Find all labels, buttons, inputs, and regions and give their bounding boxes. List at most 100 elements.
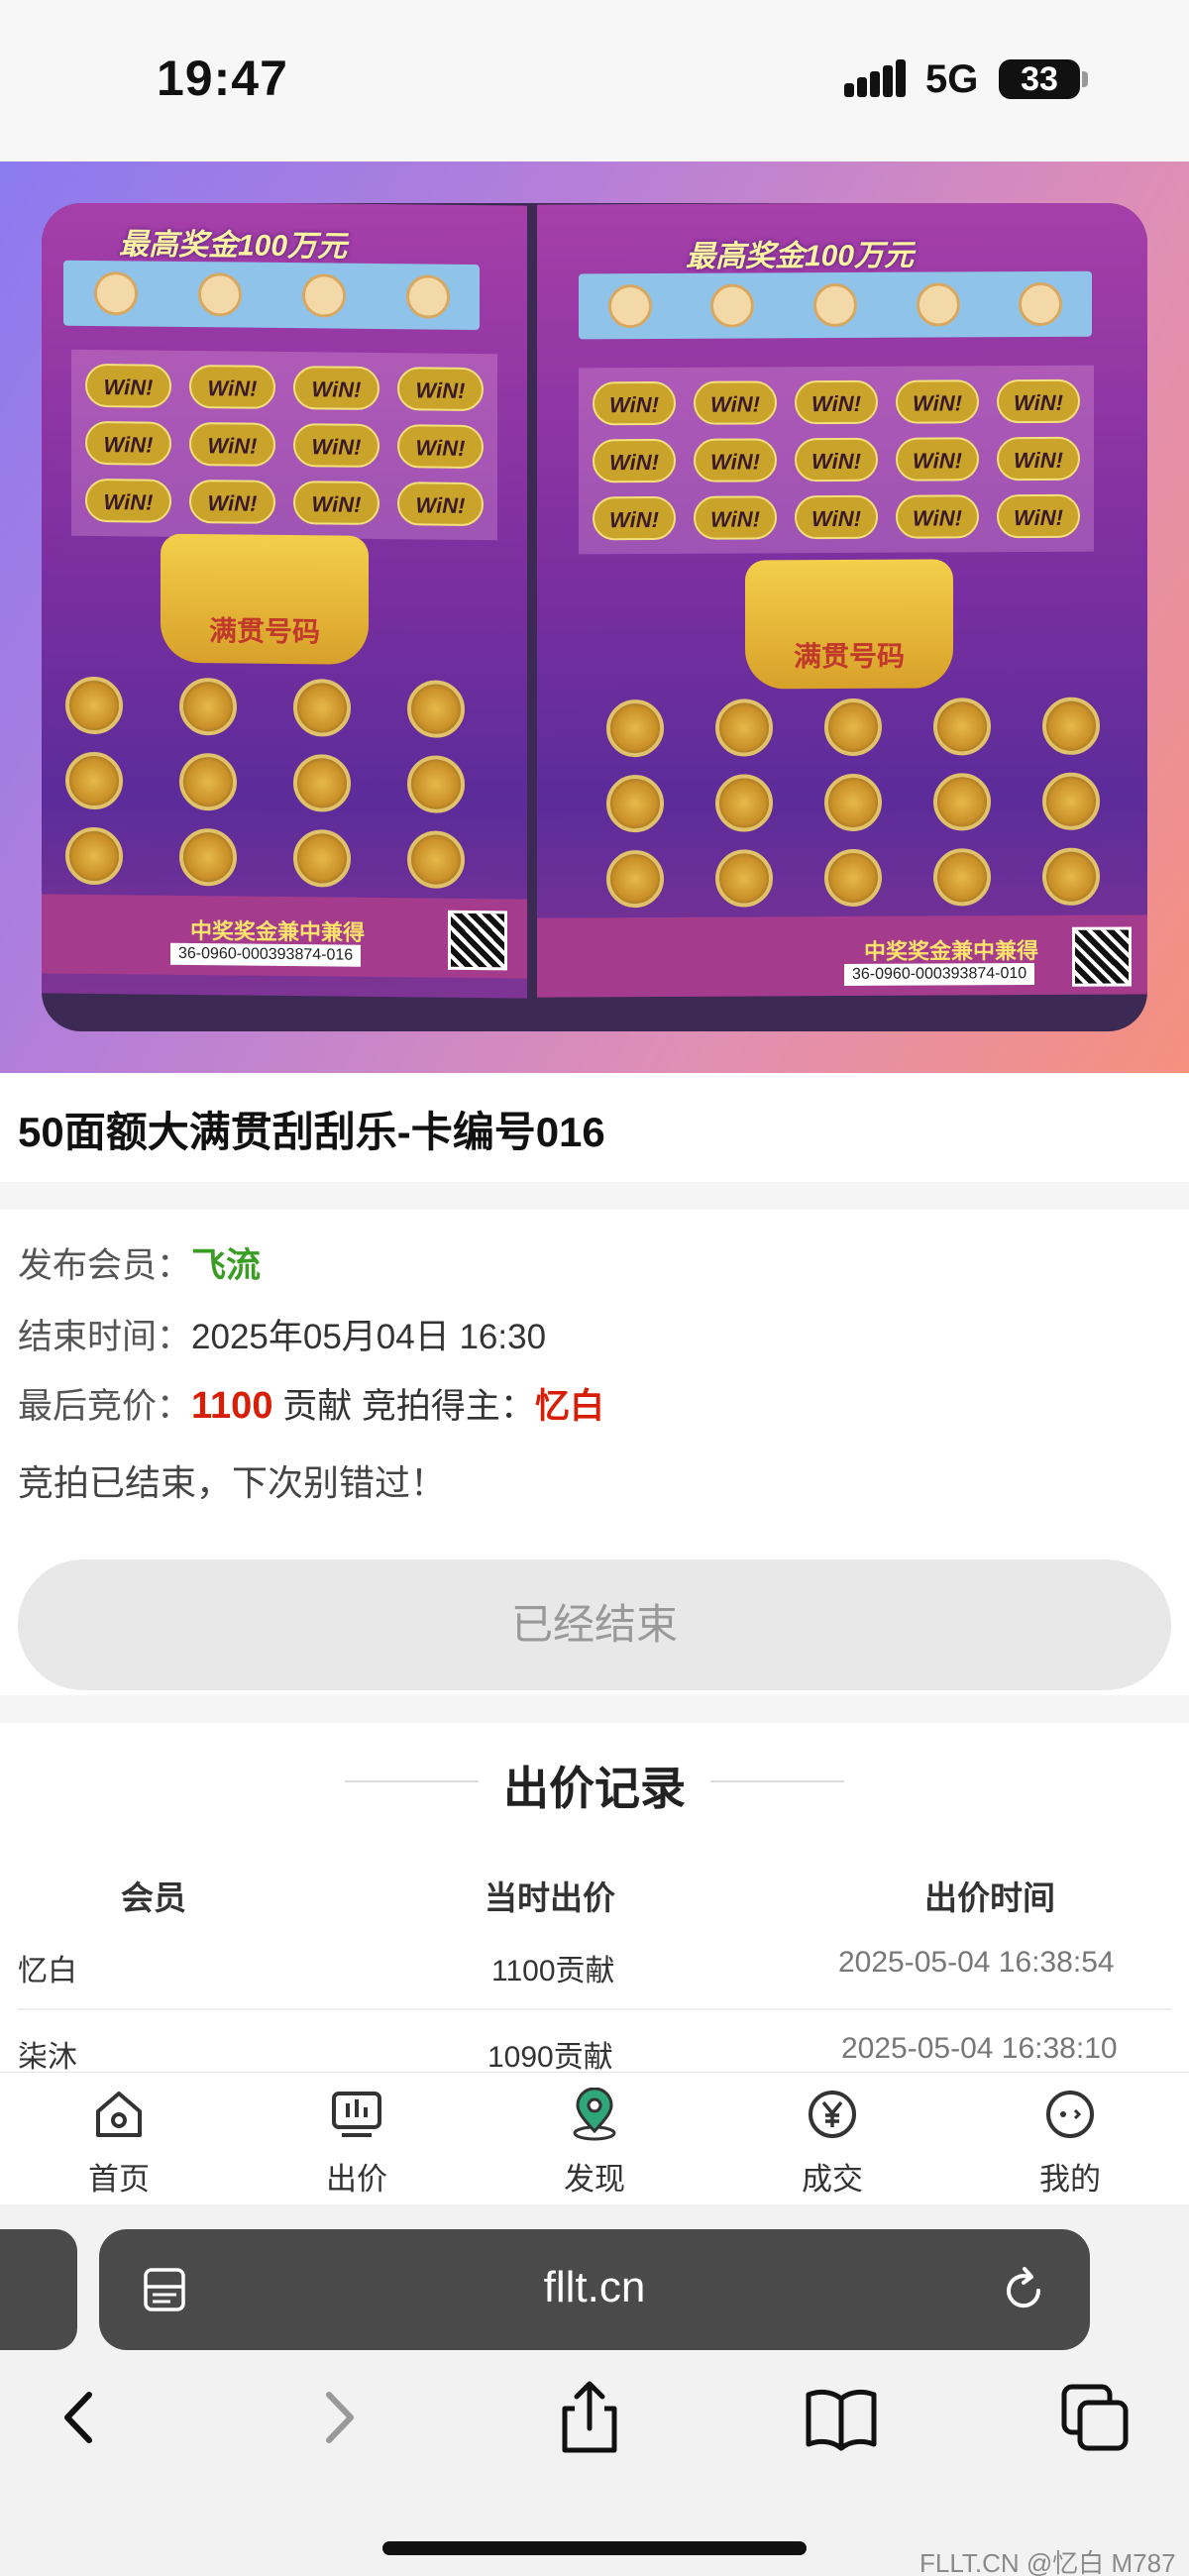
publisher-name[interactable]: 飞流: [191, 1246, 261, 1285]
win-badge: WiN!: [397, 424, 484, 470]
winner-label: 竞拍得主：: [361, 1387, 535, 1426]
tab-label: 出价: [326, 2162, 387, 2197]
end-time-label: 结束时间：: [18, 1318, 192, 1356]
lottery-card-left: 最高奖金100万元 WiN! WiN! WiN! WiN! WiN! WiN! …: [42, 203, 527, 999]
medal-icon: [824, 773, 882, 832]
thumb-icon: [405, 274, 450, 319]
medal-icon: [407, 755, 465, 813]
win-badge: WiN!: [997, 378, 1080, 424]
medal-icon: [65, 751, 123, 810]
thumb-icon: [812, 282, 857, 328]
thumb-icon: [301, 273, 346, 318]
tab-bid[interactable]: 出价: [238, 2073, 476, 2205]
winner-name[interactable]: 忆白: [535, 1387, 604, 1426]
win-badge: WiN!: [896, 379, 979, 424]
win-grid: WiN! WiN! WiN! WiN! WiN! WiN! WiN! WiN! …: [71, 349, 497, 541]
medal-icon: [1042, 772, 1100, 830]
publisher-row: 发布会员：飞流: [18, 1237, 261, 1288]
card-header: 最高奖金100万元: [119, 228, 348, 264]
prize-strip: 中奖奖金兼中兼得 36-0960-000393874-016: [42, 894, 527, 979]
reload-icon[interactable]: [999, 2265, 1048, 2314]
tab-label: 成交: [802, 2162, 863, 2197]
bookmarks-icon[interactable]: [797, 2373, 886, 2462]
bid-member: 忆白: [18, 1955, 77, 1987]
win-badge: WiN!: [896, 437, 979, 482]
medal-grid: [606, 697, 1122, 909]
qr-code-icon: [448, 910, 507, 971]
medal-icon: [606, 698, 664, 758]
medal-icon: [179, 752, 237, 811]
col-header-time: 出价时间: [924, 1879, 1055, 1916]
bid-amount: 1100贡献: [491, 1955, 615, 1987]
tab-home[interactable]: 首页: [0, 2073, 238, 2205]
item-title: 50面额大满贯刮刮乐-卡编号016: [18, 1109, 605, 1155]
trophy-icon: 满贯号码: [745, 559, 953, 690]
thumb-icon: [1019, 281, 1063, 327]
medal-icon: [824, 848, 882, 908]
last-bid-label: 最后竞价：: [18, 1387, 192, 1426]
medal-icon: [933, 698, 991, 756]
win-badge: WiN!: [795, 494, 878, 540]
prize-text: 中奖奖金兼中兼得: [864, 937, 1039, 964]
win-badge: WiN!: [997, 493, 1080, 539]
previous-tab-edge[interactable]: [0, 2229, 77, 2350]
bottom-tab-bar: 首页 出价 发现 成交 我的: [0, 2072, 1189, 2204]
medal-icon: [293, 754, 351, 812]
home-icon: [96, 2092, 142, 2137]
status-bar: 19:47 5G 33: [0, 0, 1189, 161]
end-time-value: 2025年05月04日 16:30: [191, 1318, 547, 1356]
col-header-bid: 当时出价: [485, 1879, 615, 1916]
home-indicator: [382, 2541, 807, 2555]
bid-amount: 1090贡献: [487, 2041, 613, 2072]
back-icon[interactable]: [36, 2373, 125, 2462]
forward-icon[interactable]: [293, 2373, 382, 2462]
battery-icon: 33: [999, 59, 1080, 99]
thumbs-row: [579, 270, 1092, 340]
medal-icon: [715, 774, 773, 832]
win-badge: WiN!: [85, 478, 171, 523]
win-badge: WiN!: [85, 420, 171, 466]
signal-strength-icon: [844, 57, 906, 97]
thumb-icon: [607, 284, 652, 329]
medal-icon: [179, 827, 237, 887]
card-serial: 36-0960-000393874-010: [844, 962, 1035, 986]
tab-label: 首页: [88, 2162, 150, 2197]
prize-text: 中奖奖金兼中兼得: [190, 918, 366, 945]
auction-info: 发布会员：飞流 结束时间：2025年05月04日 16:30 最后竞价：1100…: [0, 1210, 1189, 1695]
tab-label: 我的: [1039, 2162, 1101, 2197]
thumb-icon: [710, 283, 755, 328]
thumb-icon: [197, 272, 242, 317]
medal-icon: [179, 677, 237, 736]
win-badge: WiN!: [293, 423, 379, 469]
item-title-section: 50面额大满贯刮刮乐-卡编号016: [0, 1073, 1189, 1182]
bid-member: 柒沐: [18, 2041, 77, 2072]
table-row: 柒沐 1090贡献 2025-05-04 16:38:10: [0, 2010, 1189, 2072]
win-badge: WiN!: [293, 366, 379, 411]
win-badge: WiN!: [397, 482, 484, 527]
tab-discover[interactable]: 发现: [476, 2073, 713, 2205]
publisher-label: 发布会员：: [18, 1246, 192, 1285]
lottery-card-right: 最高奖金100万元 WiN! WiN! WiN! WiN! WiN! WiN! …: [537, 203, 1147, 998]
address-bar[interactable]: fllt.cn: [99, 2229, 1090, 2350]
bid-chart-icon: [332, 2092, 381, 2137]
last-bid-row: 最后竞价：1100 贡献 竞拍得主：忆白: [18, 1378, 604, 1429]
medal-icon: [824, 698, 882, 757]
medal-icon: [65, 826, 123, 886]
medal-icon: [715, 849, 773, 908]
share-icon[interactable]: [545, 2373, 634, 2462]
thumbs-row: [63, 260, 480, 331]
qr-code-icon: [1072, 926, 1132, 987]
tab-profile[interactable]: 我的: [951, 2073, 1189, 2205]
win-badge: WiN!: [795, 437, 878, 483]
medal-icon: [407, 830, 465, 889]
tabs-icon[interactable]: [1050, 2373, 1139, 2462]
tab-deal[interactable]: 成交: [713, 2073, 951, 2205]
end-time-row: 结束时间：2025年05月04日 16:30: [18, 1309, 546, 1359]
trophy-label: 满贯号码: [793, 640, 905, 673]
table-row: 忆白 1100贡献 2025-05-04 16:38:54: [0, 1924, 1189, 2007]
watermark: FLLT.CN @忆白 M787: [919, 2548, 1176, 2576]
win-badge: WiN!: [189, 364, 275, 409]
url-text: fllt.cn: [543, 2263, 646, 2311]
card-header: 最高奖金100万元: [686, 239, 915, 273]
auction-ended-button[interactable]: 已经结束: [18, 1559, 1171, 1690]
